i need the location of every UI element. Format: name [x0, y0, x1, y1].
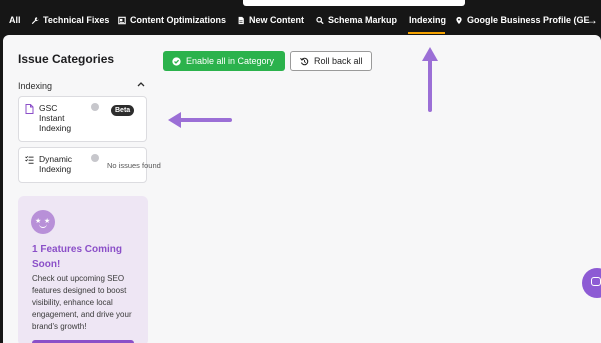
arrow-left-annotation: [168, 112, 232, 128]
chat-icon: [591, 277, 601, 286]
arrow-up-annotation: [422, 47, 438, 112]
annotation-arrows: [168, 47, 438, 128]
